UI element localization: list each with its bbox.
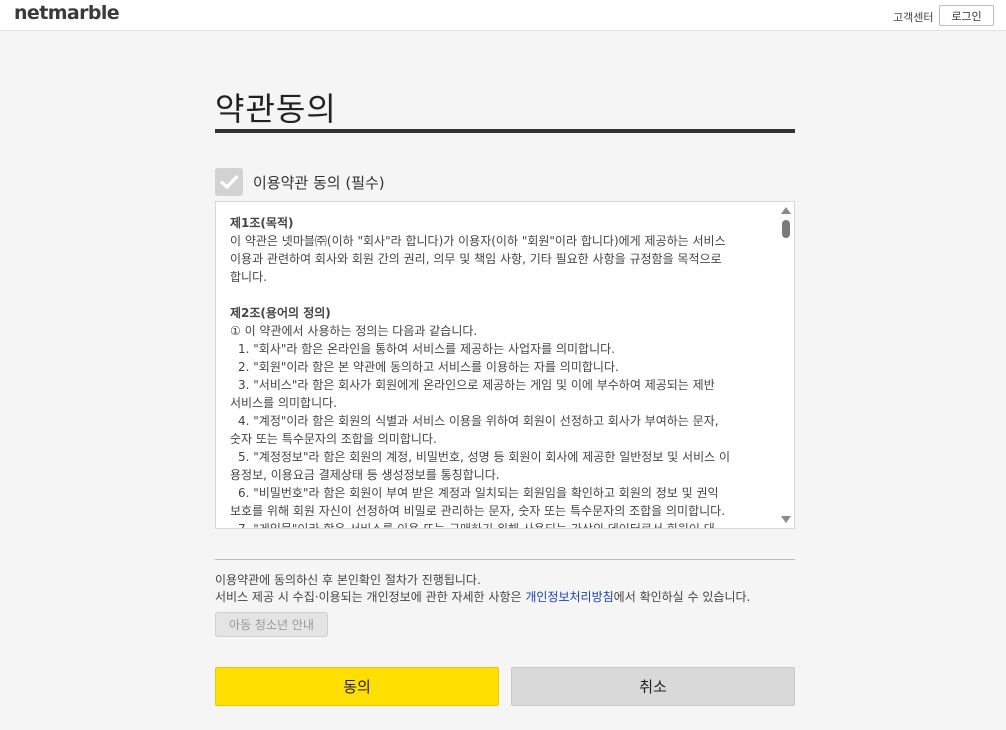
terms-scroll-box[interactable]: 제1조(목적) 이 약관은 넷마블㈜(이하 "회사"라 합니다)가 이용자(이하… bbox=[215, 201, 795, 529]
section-divider bbox=[215, 559, 795, 560]
terms-scrollbar[interactable] bbox=[778, 202, 794, 528]
article-2-line: 5. "계정정보"라 함은 회원의 계정, 비밀번호, 성명 등 회원이 회사에… bbox=[238, 450, 731, 464]
terms-content: 제1조(목적) 이 약관은 넷마블㈜(이하 "회사"라 합니다)가 이용자(이하… bbox=[230, 214, 776, 529]
page-title: 약관동의 bbox=[215, 90, 337, 128]
login-button[interactable]: 로그인 bbox=[939, 5, 994, 26]
scroll-down-arrow-icon[interactable] bbox=[781, 516, 791, 523]
article-2-line: 4. "계정"이라 함은 회원의 식별과 서비스 이용을 위하여 회원이 선정하… bbox=[238, 414, 719, 428]
article-2-heading: 제2조(용어의 정의) bbox=[230, 306, 331, 320]
article-1-heading: 제1조(목적) bbox=[230, 216, 294, 230]
terms-agree-checkbox[interactable] bbox=[215, 168, 243, 196]
article-2-line: 3. "서비스"라 함은 회사가 회원에게 온라인으로 제공하는 게임 및 이에… bbox=[238, 378, 715, 392]
article-2-line: 용정보, 이용요금 결제상태 등 생성정보를 통칭합니다. bbox=[230, 468, 500, 482]
identity-verification-notice: 이용약관에 동의하신 후 본인확인 절차가 진행됩니다. bbox=[215, 573, 481, 587]
agree-button[interactable]: 동의 bbox=[215, 667, 499, 706]
article-1-line: 합니다. bbox=[230, 270, 267, 284]
terms-agree-checkbox-row[interactable]: 이용약관 동의 (필수) bbox=[215, 168, 385, 196]
title-divider bbox=[215, 129, 795, 133]
scrollbar-thumb[interactable] bbox=[782, 220, 790, 238]
checkmark-icon bbox=[220, 175, 239, 189]
customer-support-link[interactable]: 고객센터 bbox=[893, 9, 933, 25]
scroll-up-arrow-icon[interactable] bbox=[781, 207, 791, 214]
privacy-notice: 서비스 제공 시 수집·이용되는 개인정보에 관한 자세한 사항은 개인정보처리… bbox=[215, 588, 750, 605]
cancel-button[interactable]: 취소 bbox=[511, 667, 795, 706]
article-2-line: 2. "회원"이라 함은 본 약관에 동의하고 서비스를 이용하는 자를 의미합… bbox=[238, 360, 619, 374]
article-2-line: 서비스를 의미합니다. bbox=[230, 396, 337, 410]
terms-agree-label: 이용약관 동의 (필수) bbox=[253, 173, 385, 192]
privacy-policy-link[interactable]: 개인정보처리방침 bbox=[525, 590, 613, 604]
youth-guide-button[interactable]: 아동 청소년 안내 bbox=[215, 612, 328, 637]
article-2-line: ① 이 약관에서 사용하는 정의는 다음과 같습니다. bbox=[230, 324, 478, 338]
netmarble-logo[interactable]: netmarble bbox=[14, 2, 120, 24]
article-2-line: 6. "비밀번호"라 함은 회원이 부여 받은 계정과 일치되는 회원임을 확인… bbox=[238, 486, 719, 500]
top-bar: netmarble 고객센터 로그인 bbox=[0, 0, 1006, 31]
article-2-line: 7. "게임물"이라 함은 서비스를 이용 또는 구매하기 위해 사용되는 가상… bbox=[238, 522, 715, 529]
privacy-notice-suffix: 에서 확인하실 수 있습니다. bbox=[613, 590, 751, 604]
article-2-line: 보호를 위해 회원 자신이 선정하여 비밀로 관리하는 문자, 숫자 또는 특수… bbox=[230, 504, 726, 518]
privacy-notice-prefix: 서비스 제공 시 수집·이용되는 개인정보에 관한 자세한 사항은 bbox=[215, 590, 526, 604]
article-1-line: 이용과 관련하여 회사와 회원 간의 권리, 의무 및 책임 사항, 기타 필요… bbox=[230, 252, 722, 266]
article-2-line: 1. "회사"라 함은 온라인을 통하여 서비스를 제공하는 사업자를 의미합니… bbox=[238, 342, 615, 356]
article-2-line: 숫자 또는 특수문자의 조합을 의미합니다. bbox=[230, 432, 437, 446]
article-1-line: 이 약관은 넷마블㈜(이하 "회사"라 합니다)가 이용자(이하 "회원"이라 … bbox=[230, 234, 726, 248]
